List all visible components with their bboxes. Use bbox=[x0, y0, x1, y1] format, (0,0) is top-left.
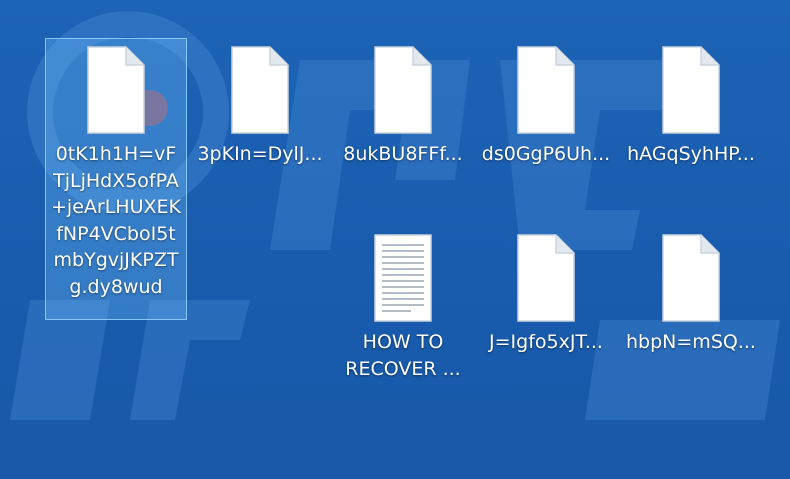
file-icon-item[interactable]: J=Igfo5xJT... bbox=[476, 226, 616, 356]
file-icon-item[interactable]: hbpN=mSQ... bbox=[621, 226, 761, 356]
file-icon-item[interactable]: hAGqSyhHP... bbox=[621, 38, 761, 168]
blank-document-icon bbox=[517, 234, 575, 322]
file-name: J=Igfo5xJT... bbox=[489, 331, 603, 353]
file-name: 0tK1h1H=vFTjLjHdX5ofPA+jeArLHUXEKfNP4VCb… bbox=[51, 143, 181, 298]
file-icon-item[interactable]: HOW TO RECOVER ... bbox=[333, 226, 473, 383]
file-name: 8ukBU8FFf... bbox=[343, 143, 463, 165]
desktop: 0tK1h1H=vFTjLjHdX5ofPA+jeArLHUXEKfNP4VCb… bbox=[0, 0, 790, 479]
blank-document-icon bbox=[662, 46, 720, 134]
file-icon-item[interactable]: 3pKIn=DylJ... bbox=[190, 38, 330, 168]
blank-document-icon bbox=[517, 46, 575, 134]
file-name: hbpN=mSQ... bbox=[626, 331, 756, 353]
file-name: 3pKIn=DylJ... bbox=[197, 143, 323, 165]
file-name: hAGqSyhHP... bbox=[627, 143, 755, 165]
blank-document-icon bbox=[87, 46, 145, 134]
blank-document-icon bbox=[374, 46, 432, 134]
file-icon-item[interactable]: 8ukBU8FFf... bbox=[333, 38, 473, 168]
blank-document-icon bbox=[231, 46, 289, 134]
blank-document-icon bbox=[662, 234, 720, 322]
file-icon-item[interactable]: 0tK1h1H=vFTjLjHdX5ofPA+jeArLHUXEKfNP4VCb… bbox=[45, 38, 187, 320]
file-icon-item[interactable]: ds0GgP6Uh... bbox=[476, 38, 616, 168]
text-document-icon bbox=[374, 234, 432, 322]
file-name: ds0GgP6Uh... bbox=[481, 143, 611, 165]
file-name: HOW TO RECOVER ... bbox=[345, 331, 461, 380]
